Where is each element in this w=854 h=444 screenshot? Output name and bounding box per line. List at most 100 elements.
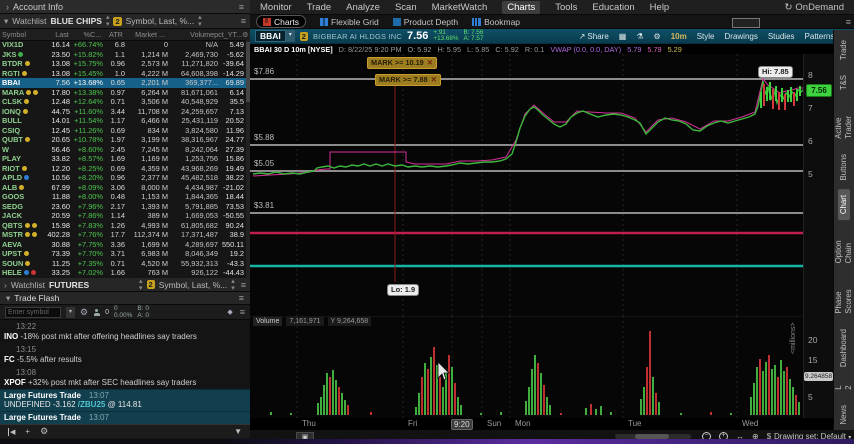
dropdown-icon[interactable]: ▾ — [66, 307, 75, 318]
watchlist-row-upst[interactable]: UPST73.39+7.70%3.716,983 M8,046,34919.2 — [0, 249, 246, 259]
watchlist-row-jks[interactable]: JKS23.50+15.82%1.11,214 M2,469,730-5.62 — [0, 50, 246, 60]
subtab-flexible-grid[interactable]: Flexible Grid — [320, 17, 379, 27]
gear-icon[interactable]: ⚙ — [242, 31, 250, 39]
watchlist-row-w[interactable]: W56.46+8.60%2.457,245 M8,242,06427.39 — [0, 145, 246, 155]
menu-icon[interactable]: ≡ — [239, 293, 244, 303]
gadget-tab-l-2[interactable]: L 2 — [833, 376, 854, 396]
time-axis[interactable]: ThuFri9:20SunMonTueWed — [250, 418, 833, 430]
spinner-icon[interactable]: ▴▾ — [106, 14, 110, 28]
gadget-tab-phase-scores[interactable]: Phase Scores — [833, 272, 854, 320]
watchlist-row-clsk[interactable]: CLSK12.48+12.64%0.713,506 M40,548,92935.… — [0, 97, 246, 107]
spinner-icon[interactable]: ▴▾ — [231, 278, 235, 292]
column-header[interactable]: Last — [39, 30, 68, 39]
collapse-arrow-icon[interactable]: ▾ — [4, 16, 8, 27]
watchlist-row-play[interactable]: PLAY33.82+8.57%1.691,169 M1,253,75615.86 — [0, 154, 246, 164]
close-icon[interactable]: ✕ — [431, 75, 437, 85]
subtab-charts[interactable]: Charts — [256, 15, 306, 28]
dropdown-icon[interactable]: ▾ — [286, 30, 295, 42]
menu-icon[interactable]: ≡ — [239, 2, 244, 12]
menu-icon[interactable]: ≡ — [846, 17, 851, 27]
watchlist-row-goos[interactable]: GOOS11.88+8.00%0.481,153 M1,844,36518.44 — [0, 192, 246, 202]
gadget-tab-trade[interactable]: Trade — [838, 34, 850, 66]
futures-watchlist-header[interactable]: › Watchlist FUTURES ▴▾ 2 Symbol, Last, %… — [0, 278, 250, 292]
menu-education[interactable]: Education — [592, 2, 634, 13]
large-futures-trade-item[interactable]: Large Futures Trade13:07 — [0, 411, 250, 424]
news-item[interactable]: XPOF +32% post mkt after SEC headlines s… — [0, 378, 250, 389]
symbol-input[interactable]: BBAI▾ — [255, 31, 295, 42]
watchlist-row-qubt[interactable]: QUBT20.65+10.78%1.973,199 M38,316,96724.… — [0, 135, 246, 145]
spinner-icon[interactable]: ▴▾ — [198, 14, 202, 28]
watchlist-header[interactable]: ▾ Watchlist BLUE CHIPS ▴▾ 2 Symbol, Last… — [0, 14, 250, 29]
subtab-product-depth[interactable]: Product Depth — [393, 17, 458, 27]
account-info-bar[interactable]: › Account Info ≡ — [0, 0, 250, 14]
watchlist-row-jack[interactable]: JACK20.59+7.86%1.14389 M1,669,053-50.55 — [0, 211, 246, 221]
trade-flash-header[interactable]: ▾ Trade Flash ≡ — [0, 292, 250, 305]
link-badge[interactable]: 2 — [300, 32, 308, 41]
share-button[interactable]: ↗Share — [579, 32, 609, 41]
gadget-tab-active-trader[interactable]: Active Trader — [833, 99, 854, 145]
symbol-input[interactable]: Enter symbol — [5, 307, 61, 318]
column-header[interactable]: Volume — [165, 30, 214, 39]
menu-icon[interactable]: ≡ — [241, 280, 246, 290]
chart-plot[interactable]: Volume 7,161,971 Y 9,264,658 <millions> … — [250, 54, 803, 418]
gadget-tab-t-s[interactable]: T&S — [838, 69, 850, 96]
menu-marketwatch[interactable]: MarketWatch — [432, 2, 488, 13]
news-item[interactable]: FC -5.5% after results — [0, 355, 250, 366]
menu-monitor[interactable]: Monitor — [260, 2, 292, 13]
gear-icon[interactable]: ⚙ — [80, 307, 88, 318]
gadget-tab-dashboard[interactable]: Dashboard — [838, 323, 850, 373]
tag-icon[interactable]: ◆ — [227, 308, 232, 316]
watchlist-row-bull[interactable]: BULL14.01+11.54%1.176,466 M25,431,11920.… — [0, 116, 246, 126]
empty-box[interactable] — [732, 18, 760, 28]
studies-button[interactable]: Studies — [768, 32, 795, 41]
gadget-tab-chart[interactable]: Chart — [838, 189, 850, 220]
column-header[interactable]: ATR — [101, 30, 123, 39]
expand-arrow-icon[interactable]: › — [6, 2, 9, 12]
menu-trade[interactable]: Trade — [307, 2, 331, 13]
calendar-icon[interactable]: ▦ — [619, 32, 627, 41]
gear-icon[interactable]: ⚙ — [654, 32, 661, 41]
watchlist-row-alb[interactable]: ALB67.99+8.09%3.068,000 M4,434,987-21.02 — [0, 183, 246, 193]
jump-to-start-icon[interactable]: ◀ — [8, 428, 15, 436]
news-item[interactable]: INO -18% post mkt after offering headlin… — [0, 332, 250, 343]
column-header[interactable]: %C... — [69, 30, 101, 39]
watchlist-name[interactable]: BLUE CHIPS — [50, 16, 101, 26]
alert-bubble[interactable]: MARK >= 7.88✕ — [375, 74, 441, 86]
watchlist-row-soun[interactable]: SOUN11.25+7.35%0.714,520 M55,932,313-43.… — [0, 259, 246, 269]
drawings-button[interactable]: Drawings — [725, 32, 758, 41]
watchlist-row-csiq[interactable]: CSIQ12.45+11.26%0.69834 M3,824,58011.96 — [0, 126, 246, 136]
watchlist-name[interactable]: FUTURES — [49, 280, 89, 290]
menu-scan[interactable]: Scan — [395, 2, 417, 13]
columns-preset-dropdown[interactable]: Symbol, Last, %... — [126, 16, 195, 26]
subtab-bookmap[interactable]: Bookmap — [472, 17, 520, 27]
watchlist-row-aeva[interactable]: AEVA30.88+7.75%3.361,699 M4,289,697550.1… — [0, 240, 246, 250]
column-header[interactable]: Symbol — [0, 30, 39, 39]
gadget-tab-buttons[interactable]: Buttons — [838, 148, 850, 186]
gear-icon[interactable]: ⚙ — [40, 426, 48, 437]
style-button[interactable]: Style — [697, 32, 715, 41]
column-header[interactable]: pct_YT... — [214, 30, 242, 39]
watchlist-row-vix1d[interactable]: VIX1D16.14+66.74%6.80N/A5.49 — [0, 40, 246, 50]
menu-charts[interactable]: Charts — [502, 1, 540, 14]
close-icon[interactable]: ✕ — [427, 58, 433, 68]
add-icon[interactable]: + — [25, 427, 30, 436]
column-header[interactable]: Market ... — [123, 30, 165, 39]
watchlist-row-riot[interactable]: RIOT12.20+8.25%0.694,359 M43,968,26919.4… — [0, 164, 246, 174]
watchlist-row-bbai[interactable]: BBAI7.56+13.68%0.652,201 M369,377...69.8… — [0, 78, 246, 88]
link-badge[interactable]: 2 — [147, 280, 155, 289]
flask-icon[interactable]: ⚗ — [636, 32, 643, 41]
columns-preset-dropdown[interactable]: Symbol, Last, %... — [159, 280, 228, 290]
ondemand-button[interactable]: ↻OnDemand — [784, 2, 844, 13]
watchlist-row-ionq[interactable]: IONQ44.75+11.60%3.4411,708 M24,259,6577.… — [0, 107, 246, 117]
menu-analyze[interactable]: Analyze — [346, 2, 380, 13]
watchlist-row-mara[interactable]: MARA17.80+13.38%0.976,264 M81,671,0616.1… — [0, 88, 246, 98]
menu-icon[interactable]: ≡ — [240, 307, 245, 317]
large-futures-trade-item[interactable]: Large Futures Trade13:07UNDEFINED -3.162… — [0, 389, 250, 411]
watchlist-row-btdr[interactable]: BTDR13.08+15.75%0.962,573 M11,271,820-39… — [0, 59, 246, 69]
menu-icon[interactable]: ≡ — [241, 16, 246, 26]
expand-arrow-icon[interactable]: › — [4, 280, 7, 290]
gadget-tab-news[interactable]: News — [838, 399, 850, 431]
gadget-tab-option-chain[interactable]: Option Chain — [833, 224, 854, 269]
menu-help[interactable]: Help — [650, 2, 670, 13]
watchlist-row-hele[interactable]: HELE33.25+7.02%1.66763 M926,122-44.43 — [0, 268, 246, 278]
